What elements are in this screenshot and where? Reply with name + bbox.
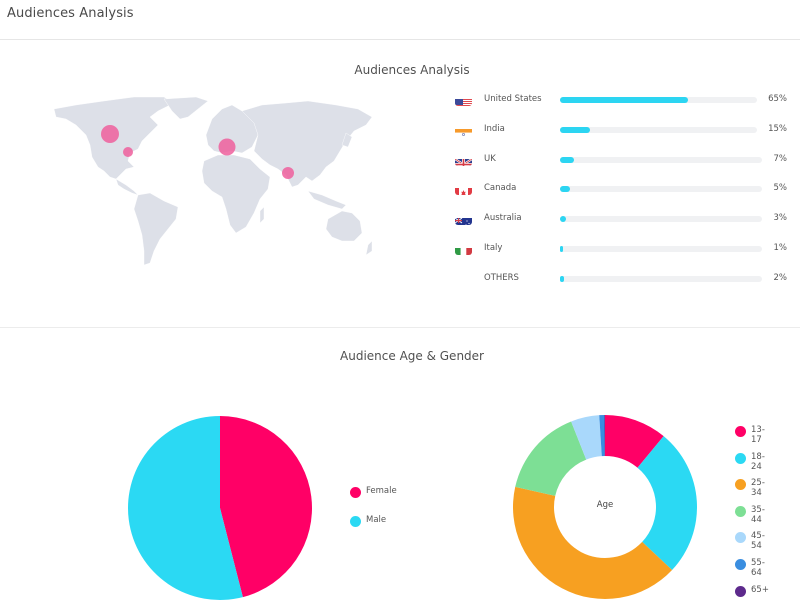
land-southeast-asia [307, 190, 347, 210]
india-flag-icon [455, 125, 472, 136]
legend-dot-icon [735, 532, 746, 544]
legend-dot-icon [735, 452, 746, 464]
land-africa [201, 154, 271, 234]
legend-dot-icon [350, 487, 361, 498]
land-greenland [163, 96, 209, 120]
country-row[interactable]: Canada 5% [450, 179, 800, 209]
legend-label: 13-17 [751, 425, 765, 445]
progress-fill [560, 156, 575, 163]
country-name: Italy [484, 242, 503, 253]
progress-fill [560, 186, 571, 193]
land-south-america [133, 192, 179, 266]
country-name: Australia [484, 213, 522, 224]
bubble-north-america[interactable] [101, 125, 119, 143]
section-divider [0, 327, 800, 328]
percent-label: 3% [773, 213, 788, 224]
audiences-analysis-title: Audiences Analysis [354, 63, 470, 77]
percent-label: 65% [768, 94, 787, 104]
percent-label: 1% [773, 242, 788, 253]
progress-fill [560, 97, 689, 103]
canada-flag-icon [455, 184, 472, 196]
land-central-america [115, 178, 139, 196]
legend-dot-icon [735, 426, 746, 437]
legend-dot-icon [350, 515, 361, 527]
progress-track [560, 245, 762, 252]
percent-label: 15% [768, 123, 787, 134]
legend-label: 55-64 [751, 557, 765, 578]
progress-track [560, 156, 762, 163]
legend-label: 45-54 [751, 531, 765, 552]
country-row[interactable]: UK 7% [450, 150, 800, 180]
progress-track [560, 97, 757, 103]
progress-fill [560, 216, 567, 223]
percent-label: 7% [773, 153, 788, 164]
map-land [53, 96, 373, 266]
percent-label: 5% [773, 183, 788, 194]
progress-fill [560, 275, 565, 282]
country-list: United States 65% India 15% UK 7% Canada 5% Aust… [450, 90, 800, 299]
country-row[interactable]: Italy 1% [450, 239, 800, 269]
land-australia [325, 210, 363, 242]
world-map[interactable] [46, 95, 376, 270]
country-row[interactable]: Australia 3% [450, 209, 800, 239]
country-row[interactable]: India 15% [450, 120, 800, 150]
land-madagascar [259, 206, 265, 224]
page-title: Audiences Analysis [7, 6, 134, 21]
progress-fill [560, 126, 590, 133]
gender-pie-chart [127, 416, 312, 600]
legend-dot-icon [735, 505, 746, 517]
country-name: UK [484, 153, 496, 164]
bubble-india[interactable] [282, 167, 294, 179]
legend-dot-icon [735, 585, 746, 597]
legend-dot-icon [735, 479, 746, 491]
legend-label: 35-44 [751, 504, 765, 525]
bubble-europe[interactable] [218, 138, 236, 156]
country-name: OTHERS [484, 272, 519, 283]
page-header: Audiences Analysis [0, 0, 800, 40]
legend-label: Female [366, 486, 397, 496]
progress-track [560, 186, 762, 193]
legend-dot-icon [735, 558, 746, 570]
australia-flag-icon [455, 214, 472, 226]
legend-label: Male [366, 514, 387, 525]
percent-label: 2% [773, 272, 788, 283]
country-name: United States [484, 94, 542, 104]
legend-label: 18-24 [751, 451, 765, 472]
progress-fill [560, 245, 563, 252]
bubble-united-states[interactable] [123, 147, 133, 157]
legend-label: 65+ [751, 584, 769, 595]
age-gender-title: Audience Age & Gender [340, 349, 484, 363]
country-row[interactable]: United States 65% [450, 90, 800, 120]
legend-label: 25-34 [751, 478, 765, 499]
uk-flag-icon [455, 155, 472, 166]
progress-track [560, 216, 762, 223]
donut-center-label: Age [596, 500, 614, 510]
italy-flag-icon [455, 244, 472, 255]
progress-track [560, 126, 757, 133]
land-new-zealand [365, 240, 373, 256]
country-name: Canada [484, 183, 517, 194]
us-flag-icon [455, 95, 472, 106]
progress-track [560, 275, 762, 282]
country-row[interactable]: OTHERS 2% [450, 269, 800, 299]
country-name: India [484, 123, 505, 134]
